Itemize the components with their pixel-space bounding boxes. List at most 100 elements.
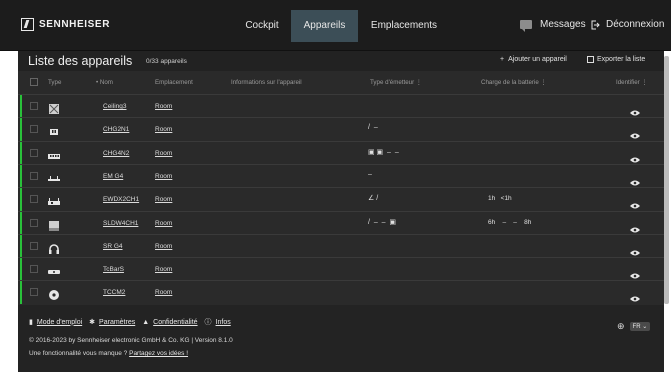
messages-button[interactable]: Messages: [520, 19, 586, 32]
book-icon: ▮: [29, 319, 33, 326]
column-menu-icon: ⋮: [415, 79, 423, 86]
footer-links: ▮ Mode d'emploi ✱ Paramètres ▲ Confident…: [29, 317, 231, 327]
info-link[interactable]: ⓘ Infos: [205, 317, 231, 327]
table-row[interactable]: EM G4 Room –: [18, 163, 664, 188]
device-location-link[interactable]: Room: [155, 266, 172, 273]
online-status-bar: [20, 188, 22, 212]
battery-charge: 1h <1h: [488, 195, 512, 203]
column-header-location[interactable]: Emplacement: [155, 79, 193, 93]
device-name-link[interactable]: SLDW4CH1: [103, 220, 138, 227]
row-checkbox[interactable]: [30, 171, 38, 180]
tab-appareils[interactable]: Appareils: [291, 10, 358, 42]
logout-button[interactable]: Déconnexion: [590, 19, 664, 30]
column-menu-icon: ⋮: [540, 79, 547, 86]
identify-eye-icon[interactable]: [630, 150, 640, 163]
info-icon: ⓘ: [204, 319, 212, 326]
identify-eye-icon[interactable]: [630, 220, 640, 232]
ewdx-receiver-icon: [48, 194, 60, 206]
vertical-scrollbar[interactable]: [664, 56, 669, 304]
device-location-link[interactable]: Room: [155, 126, 172, 133]
row-checkbox[interactable]: [30, 102, 38, 110]
online-status-bar: [20, 258, 22, 282]
identify-eye-icon[interactable]: [630, 289, 640, 302]
identify-eye-icon[interactable]: [630, 243, 640, 256]
row-checkbox[interactable]: [30, 195, 38, 204]
table-row[interactable]: Ceiling3 Room: [18, 94, 664, 118]
device-location-link[interactable]: Room: [155, 289, 172, 296]
logout-label: Déconnexion: [606, 19, 665, 30]
online-status-bar: [20, 141, 22, 165]
row-checkbox[interactable]: [30, 218, 38, 227]
export-list-button[interactable]: Exporter la liste: [587, 56, 645, 63]
logout-icon: [591, 20, 600, 29]
identify-eye-icon[interactable]: [630, 173, 640, 186]
messages-label: Messages: [540, 19, 586, 30]
device-location-link[interactable]: Room: [155, 173, 172, 180]
table-row[interactable]: SLDW4CH1 Room / – – ▣ 6h – – 8h: [18, 210, 664, 235]
row-checkbox[interactable]: [30, 241, 38, 250]
export-icon: [587, 56, 594, 63]
device-location-link[interactable]: Room: [155, 103, 172, 110]
select-all-checkbox[interactable]: [30, 78, 38, 86]
settings-link[interactable]: ✱ Paramètres: [89, 318, 135, 327]
row-checkbox[interactable]: [30, 265, 38, 274]
column-header-type[interactable]: Type: [48, 79, 61, 93]
sennheiser-logo-icon: [21, 18, 34, 31]
column-header-info[interactable]: Informations sur l'appareil: [231, 79, 302, 93]
brand-logo[interactable]: SENNHEISER: [21, 18, 110, 31]
device-location-link[interactable]: Room: [155, 220, 172, 227]
device-name-link[interactable]: TCCM2: [103, 289, 125, 296]
column-header-name[interactable]: • Nom: [96, 79, 113, 93]
slot-receiver-icon: [48, 218, 60, 231]
soundbar-icon: [48, 264, 60, 275]
language-selector[interactable]: ⊕ FR ⌄: [617, 321, 651, 332]
device-name-link[interactable]: EM G4: [103, 173, 123, 180]
identify-eye-icon[interactable]: [630, 103, 640, 116]
device-name-link[interactable]: CHG2N1: [103, 126, 129, 133]
gear-icon: ✱: [89, 319, 96, 326]
row-checkbox[interactable]: [30, 148, 38, 157]
privacy-link[interactable]: ▲ Confidentialité: [142, 319, 197, 326]
brand-name: SENNHEISER: [39, 19, 111, 30]
device-location-link[interactable]: Room: [155, 150, 172, 157]
copyright-text: © 2016-2023 by Sennheiser electronic Gmb…: [29, 337, 233, 344]
add-device-label: Ajouter un appareil: [508, 56, 567, 63]
globe-icon: ⊕: [617, 321, 625, 331]
identify-eye-icon[interactable]: [630, 266, 640, 279]
privacy-link-label: Confidentialité: [153, 318, 198, 326]
manual-link[interactable]: ▮ Mode d'emploi: [29, 318, 82, 327]
table-row[interactable]: SR G4 Room: [18, 233, 664, 258]
device-location-link[interactable]: Room: [155, 196, 172, 203]
identify-eye-icon[interactable]: [630, 126, 640, 139]
device-name-link[interactable]: SR G4: [103, 243, 123, 250]
table-row[interactable]: CHG4N2 Room ▣ ▣ – –: [18, 140, 664, 165]
language-dropdown[interactable]: FR ⌄: [629, 322, 651, 331]
device-name-link[interactable]: CHG4N2: [103, 150, 129, 157]
device-name-link[interactable]: Ceiling3: [103, 103, 127, 110]
device-name-link[interactable]: EWDX2CH1: [103, 196, 139, 203]
identify-eye-icon[interactable]: [630, 196, 640, 209]
table-row[interactable]: TCCM2 Room: [18, 280, 664, 305]
table-row[interactable]: CHG2N1 Room / –: [18, 117, 664, 142]
transmitter-type: ∠ /: [368, 195, 379, 203]
transmitter-type: –: [368, 170, 372, 178]
feedback-text: Une fonctionnalité vous manque ? Partage…: [29, 350, 188, 357]
column-header-transmitter-label: Type d'émetteur: [370, 79, 415, 86]
table-row[interactable]: TcBarS Room: [18, 257, 664, 282]
online-status-bar: [20, 281, 22, 305]
column-header-battery[interactable]: Charge de la batterie ⋮: [481, 79, 547, 93]
add-device-button[interactable]: + Ajouter un appareil: [500, 56, 567, 63]
column-header-transmitter[interactable]: Type d'émetteur ⋮: [370, 79, 422, 93]
tab-emplacements[interactable]: Emplacements: [364, 10, 444, 42]
column-header-identify[interactable]: Identifier ⋮: [616, 79, 648, 93]
table-row[interactable]: EWDX2CH1 Room ∠ / 1h <1h: [18, 187, 664, 212]
online-status-bar: [20, 164, 22, 188]
info-link-label: Infos: [215, 318, 231, 326]
row-checkbox[interactable]: [30, 125, 38, 134]
device-name-link[interactable]: TcBarS: [103, 266, 124, 273]
device-location-link[interactable]: Room: [155, 243, 172, 250]
share-ideas-link[interactable]: Partagez vos idées !: [129, 350, 188, 357]
tab-cockpit[interactable]: Cockpit: [237, 10, 287, 42]
row-checkbox[interactable]: [30, 288, 38, 297]
device-count: 0/33 appareils: [146, 58, 187, 65]
